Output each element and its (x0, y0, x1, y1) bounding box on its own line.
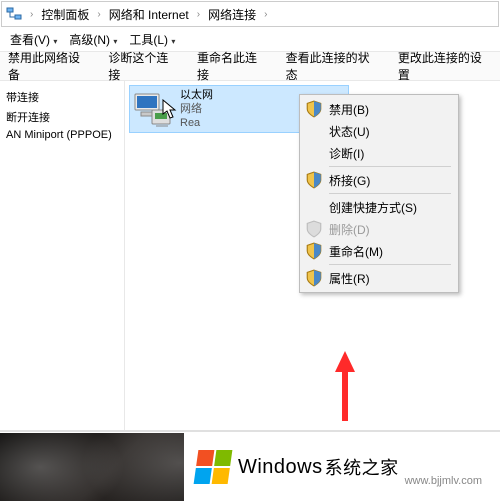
tool-rename[interactable]: 重命名此连接 (197, 49, 268, 83)
chevron-right-icon: › (195, 9, 202, 20)
content-area: 带连接 断开连接 AN Miniport (PPPOE) 以太网 网络 Rea (0, 81, 500, 431)
menu-tools[interactable]: 工具(L) ▾ (129, 31, 175, 48)
ctx-properties[interactable]: 属性(R) (301, 267, 457, 289)
annotation-arrow (335, 351, 355, 421)
shield-icon (305, 101, 323, 117)
shield-icon (305, 172, 323, 188)
chevron-right-icon: › (262, 9, 269, 20)
connection-title: 以太网 (180, 88, 213, 102)
ctx-shortcut-label: 创建快捷方式(S) (329, 199, 417, 216)
ctx-bridge[interactable]: 桥接(G) (301, 169, 457, 191)
sidebar: 带连接 断开连接 AN Miniport (PPPOE) (0, 81, 125, 430)
command-toolbar: 禁用此网络设备 诊断这个连接 重命名此连接 查看此连接的状态 更改此连接的设置 (0, 51, 500, 81)
sidebar-item[interactable]: AN Miniport (PPPOE) (4, 127, 120, 143)
connection-subtitle: 网络 (180, 102, 213, 116)
menu-view[interactable]: 查看(V) ▾ (10, 31, 57, 48)
shield-icon (305, 221, 323, 237)
ctx-properties-label: 属性(R) (329, 270, 370, 287)
shield-icon (305, 270, 323, 286)
address-bar[interactable]: › 控制面板 › 网络和 Internet › 网络连接 › (1, 1, 499, 27)
chevron-down-icon: ▾ (53, 37, 57, 46)
ctx-rename-label: 重命名(M) (329, 243, 383, 260)
sidebar-item[interactable]: 断开连接 (4, 107, 120, 127)
tool-disable-device[interactable]: 禁用此网络设备 (8, 49, 90, 83)
breadcrumb-network-connections[interactable]: 网络连接 (208, 6, 256, 23)
ctx-shortcut[interactable]: 创建快捷方式(S) (301, 196, 457, 218)
ethernet-adapter-icon (132, 88, 174, 130)
brand-name: Windows (236, 456, 323, 479)
breadcrumb-network-internet[interactable]: 网络和 Internet (109, 6, 189, 23)
ctx-delete: 删除(D) (301, 218, 457, 240)
shield-icon (305, 243, 323, 259)
ctx-disable[interactable]: 禁用(B) (301, 98, 457, 120)
menu-tools-label: 工具(L) (129, 33, 168, 47)
menu-advanced[interactable]: 高级(N) ▾ (69, 31, 117, 48)
network-folder-icon (6, 6, 22, 22)
windows-logo-icon (194, 450, 233, 484)
separator (329, 166, 451, 167)
main-pane[interactable]: 以太网 网络 Rea 禁用(B) 状态(U) 诊断(I) 桥接(G) (125, 81, 500, 430)
chevron-down-icon: ▾ (171, 37, 175, 46)
connection-text: 以太网 网络 Rea (180, 88, 213, 130)
ctx-delete-label: 删除(D) (329, 221, 370, 238)
connection-adapter: Rea (180, 116, 213, 130)
separator (329, 193, 451, 194)
chevron-right-icon: › (28, 9, 35, 20)
blank-icon (305, 123, 323, 139)
ctx-diagnose-label: 诊断(I) (329, 145, 364, 162)
tool-diagnose[interactable]: 诊断这个连接 (108, 49, 179, 83)
chevron-right-icon: › (95, 9, 102, 20)
ctx-rename[interactable]: 重命名(M) (301, 240, 457, 262)
menu-bar: 查看(V) ▾ 高级(N) ▾ 工具(L) ▾ (0, 27, 500, 51)
ctx-disable-label: 禁用(B) (329, 101, 369, 118)
brand-block: Windows 系统之家 www.bjjmlv.com (184, 433, 488, 501)
brand-suffix: 系统之家 (323, 454, 399, 480)
ctx-bridge-label: 桥接(G) (329, 172, 370, 189)
context-menu: 禁用(B) 状态(U) 诊断(I) 桥接(G) 创建快捷方式(S) (299, 94, 459, 293)
menu-view-label: 查看(V) (10, 33, 50, 47)
ctx-status[interactable]: 状态(U) (301, 120, 457, 142)
blank-icon (305, 145, 323, 161)
chevron-down-icon: ▾ (113, 37, 117, 46)
tool-change-settings[interactable]: 更改此连接的设置 (398, 49, 492, 83)
separator (329, 264, 451, 265)
tool-view-status[interactable]: 查看此连接的状态 (286, 49, 380, 83)
menu-advanced-label: 高级(N) (69, 33, 110, 47)
ctx-diagnose[interactable]: 诊断(I) (301, 142, 457, 164)
sidebar-item[interactable]: 带连接 (4, 87, 120, 107)
blank-icon (305, 199, 323, 215)
ctx-status-label: 状态(U) (329, 123, 370, 140)
brand-url: www.bjjmlv.com (405, 475, 482, 487)
breadcrumb-control-panel[interactable]: 控制面板 (41, 6, 89, 23)
footer-watermark: Windows 系统之家 www.bjjmlv.com (0, 433, 500, 501)
